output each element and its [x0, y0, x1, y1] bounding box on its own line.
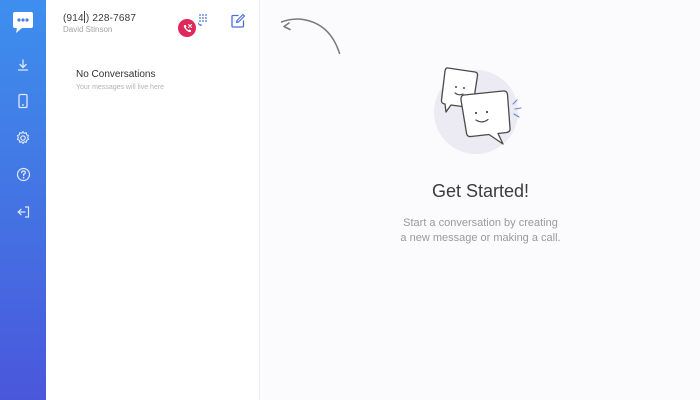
dialpad-icon: [198, 14, 207, 26]
help-icon: [16, 167, 30, 181]
app-window: (914) 228-7687 David Stinson No Conversa…: [0, 0, 700, 400]
conversation-panel: (914) 228-7687 David Stinson No Conversa…: [46, 0, 260, 400]
empty-state-subtitle: Your messages will live here: [76, 84, 165, 91]
gear-icon: [16, 130, 30, 145]
devices-button[interactable]: [11, 89, 35, 113]
download-icon: [17, 59, 29, 71]
logout-icon: [16, 206, 29, 218]
sidebar: [0, 0, 46, 400]
account-name: David Stinson: [63, 25, 113, 34]
app-logo[interactable]: [10, 11, 36, 35]
help-button[interactable]: [11, 162, 35, 186]
main-content: Get Started! Start a conversation by cre…: [261, 0, 700, 400]
get-started-description: Start a conversation by creating a new m…: [261, 216, 700, 246]
description-line: a new message or making a call.: [400, 232, 561, 244]
curved-arrow-icon: [281, 18, 341, 55]
description-line: Start a conversation by creating: [403, 217, 558, 229]
phone-number-part: ) 228-7687: [85, 13, 137, 24]
compose-icon: [231, 13, 246, 28]
get-started-heading: Get Started!: [431, 181, 530, 201]
missed-call-button[interactable]: [178, 19, 196, 37]
phone-device-icon: [18, 93, 28, 109]
empty-state-title: No Conversations: [76, 69, 156, 80]
new-message-button[interactable]: [229, 12, 247, 30]
phone-missed-icon: [183, 23, 192, 32]
account-phone-number[interactable]: (914) 228-7687: [63, 11, 136, 24]
logout-button[interactable]: [11, 200, 35, 224]
phone-number-part: (914: [63, 13, 84, 24]
download-button[interactable]: [11, 53, 35, 77]
dialpad-button[interactable]: [196, 13, 210, 27]
settings-button[interactable]: [11, 126, 35, 150]
chat-bubbles-illustration: [434, 67, 522, 154]
